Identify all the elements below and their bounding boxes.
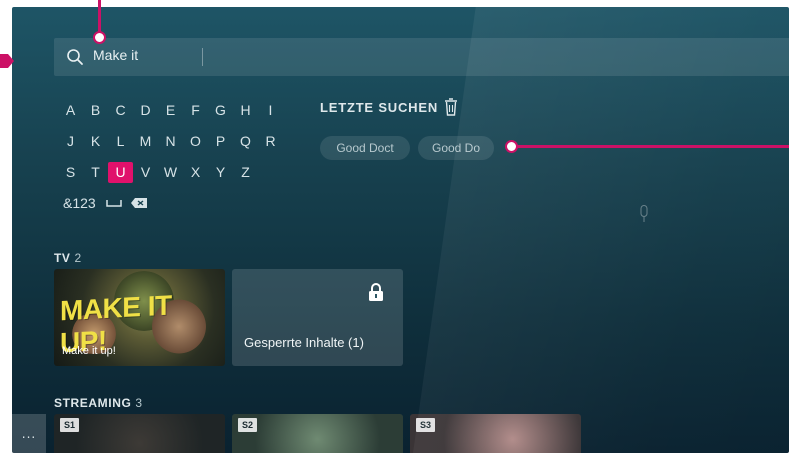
key-v[interactable]: V <box>133 162 158 183</box>
tv-section-label: TV 2 <box>54 251 82 265</box>
key-k[interactable]: K <box>83 131 108 152</box>
mic-icon <box>640 205 648 222</box>
keyboard-row: S T U V W X Y Z <box>58 162 283 192</box>
key-c[interactable]: C <box>108 100 133 121</box>
streaming-label: STREAMING <box>54 396 132 410</box>
more-button[interactable]: ... <box>12 414 46 453</box>
streaming-badge: S3 <box>416 418 436 432</box>
poster-caption: Make it up! <box>62 345 116 357</box>
key-m[interactable]: M <box>133 131 158 152</box>
key-n[interactable]: N <box>158 131 183 152</box>
key-y[interactable]: Y <box>208 162 233 183</box>
key-o[interactable]: O <box>183 131 208 152</box>
key-q[interactable]: Q <box>233 131 258 152</box>
streaming-badge: S1 <box>60 418 80 432</box>
key-b[interactable]: B <box>83 100 108 121</box>
streaming-card[interactable]: S1 <box>54 414 225 453</box>
recent-searches-title: LETZTE SUCHEN <box>320 100 439 115</box>
tv-screen: Make it A B C D E F G H I J K L M N O P … <box>12 7 789 453</box>
streaming-card[interactable]: S3 <box>410 414 581 453</box>
search-icon <box>67 49 83 65</box>
keyboard-row: A B C D E F G H I <box>58 100 283 130</box>
annotation-marker <box>93 31 106 44</box>
key-l[interactable]: L <box>108 131 133 152</box>
key-d[interactable]: D <box>133 100 158 121</box>
streaming-count: 3 <box>135 396 143 410</box>
keyboard-extra-row: &123 <box>58 191 283 215</box>
key-p[interactable]: P <box>208 131 233 152</box>
key-i[interactable]: I <box>258 100 283 121</box>
key-j[interactable]: J <box>58 131 83 152</box>
search-query[interactable]: Make it <box>93 47 138 63</box>
annotation-marker <box>505 140 518 153</box>
streaming-card[interactable]: S2 <box>232 414 403 453</box>
on-screen-keyboard: A B C D E F G H I J K L M N O P Q R S T … <box>58 100 283 215</box>
key-u-focused[interactable]: U <box>108 162 133 183</box>
trash-icon[interactable] <box>444 98 458 116</box>
key-g[interactable]: G <box>208 100 233 121</box>
key-e[interactable]: E <box>158 100 183 121</box>
key-z[interactable]: Z <box>233 162 258 183</box>
key-f[interactable]: F <box>183 100 208 121</box>
text-cursor <box>202 48 203 66</box>
stage: Make it A B C D E F G H I J K L M N O P … <box>0 0 789 457</box>
key-t[interactable]: T <box>83 162 108 183</box>
annotation-arrow-icon <box>0 54 14 68</box>
lock-icon <box>369 283 383 301</box>
streaming-badge: S2 <box>238 418 258 432</box>
keyboard-row: J K L M N O P Q R <box>58 131 283 161</box>
tv-label: TV <box>54 251 71 265</box>
tv-result-card[interactable]: MAKE IT UP! Make it up! <box>54 269 225 366</box>
annotation-line <box>511 145 789 148</box>
recent-search-chip[interactable]: Good Do <box>418 136 494 160</box>
key-s[interactable]: S <box>58 162 83 183</box>
key-w[interactable]: W <box>158 162 183 183</box>
locked-content-label: Gesperrte Inhalte (1) <box>244 335 364 350</box>
locked-content-card[interactable]: Gesperrte Inhalte (1) <box>232 269 403 366</box>
backspace-icon[interactable] <box>130 197 148 209</box>
key-h[interactable]: H <box>233 100 258 121</box>
recent-search-chip[interactable]: Good Doct <box>320 136 410 160</box>
space-icon[interactable] <box>105 198 122 208</box>
key-r[interactable]: R <box>258 131 283 152</box>
key-x[interactable]: X <box>183 162 208 183</box>
search-bar[interactable]: Make it <box>54 38 789 76</box>
symbols-key[interactable]: &123 <box>63 195 96 211</box>
key-a[interactable]: A <box>58 100 83 121</box>
streaming-section-label: STREAMING 3 <box>54 396 143 410</box>
tv-count: 2 <box>74 251 82 265</box>
